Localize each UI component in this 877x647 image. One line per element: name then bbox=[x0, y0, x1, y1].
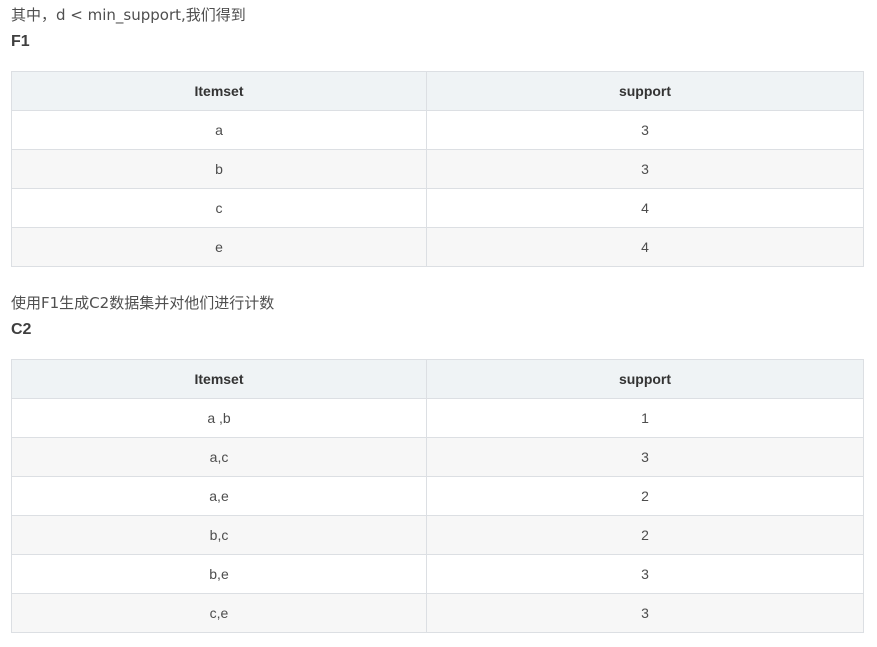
cell-support: 3 bbox=[426, 554, 864, 594]
table-c2: Itemset support a ,b 1 a,c 3 a,e 2 b,c 2 bbox=[11, 359, 864, 633]
cell-support: 3 bbox=[426, 110, 864, 150]
table-row: e 4 bbox=[11, 227, 864, 267]
cell-support: 2 bbox=[426, 476, 864, 516]
table-row: a,e 2 bbox=[11, 476, 864, 516]
cell-support: 4 bbox=[426, 227, 864, 267]
cell-support: 3 bbox=[426, 593, 864, 633]
cell-itemset: c,e bbox=[11, 593, 427, 633]
paragraph-c2-intro: 使用F1生成C2数据集并对他们进行计数 bbox=[11, 294, 275, 312]
table-f1: Itemset support a 3 b 3 c 4 e 4 bbox=[11, 71, 864, 267]
paragraph-f1-intro: 其中，d < min_support,我们得到 bbox=[11, 6, 246, 24]
table-header-row: Itemset support bbox=[11, 359, 864, 399]
cell-itemset: a bbox=[11, 110, 427, 150]
table-row: b,c 2 bbox=[11, 515, 864, 555]
column-header-itemset: Itemset bbox=[11, 71, 427, 111]
table-row: a 3 bbox=[11, 110, 864, 150]
cell-support: 1 bbox=[426, 398, 864, 438]
cell-support: 2 bbox=[426, 515, 864, 555]
cell-itemset: b bbox=[11, 149, 427, 189]
cell-itemset: e bbox=[11, 227, 427, 267]
table-header-row: Itemset support bbox=[11, 71, 864, 111]
table-row: a,c 3 bbox=[11, 437, 864, 477]
column-header-support: support bbox=[426, 71, 864, 111]
cell-itemset: a,c bbox=[11, 437, 427, 477]
heading-c2: C2 bbox=[11, 321, 32, 338]
column-header-support: support bbox=[426, 359, 864, 399]
table-row: a ,b 1 bbox=[11, 398, 864, 438]
table-row: c,e 3 bbox=[11, 593, 864, 633]
cell-itemset: b,c bbox=[11, 515, 427, 555]
cell-itemset: a,e bbox=[11, 476, 427, 516]
table-row: c 4 bbox=[11, 188, 864, 228]
cell-support: 4 bbox=[426, 188, 864, 228]
heading-f1: F1 bbox=[11, 33, 30, 50]
table-row: b 3 bbox=[11, 149, 864, 189]
cell-support: 3 bbox=[426, 437, 864, 477]
cell-support: 3 bbox=[426, 149, 864, 189]
cell-itemset: c bbox=[11, 188, 427, 228]
table-row: b,e 3 bbox=[11, 554, 864, 594]
cell-itemset: b,e bbox=[11, 554, 427, 594]
cell-itemset: a ,b bbox=[11, 398, 427, 438]
column-header-itemset: Itemset bbox=[11, 359, 427, 399]
